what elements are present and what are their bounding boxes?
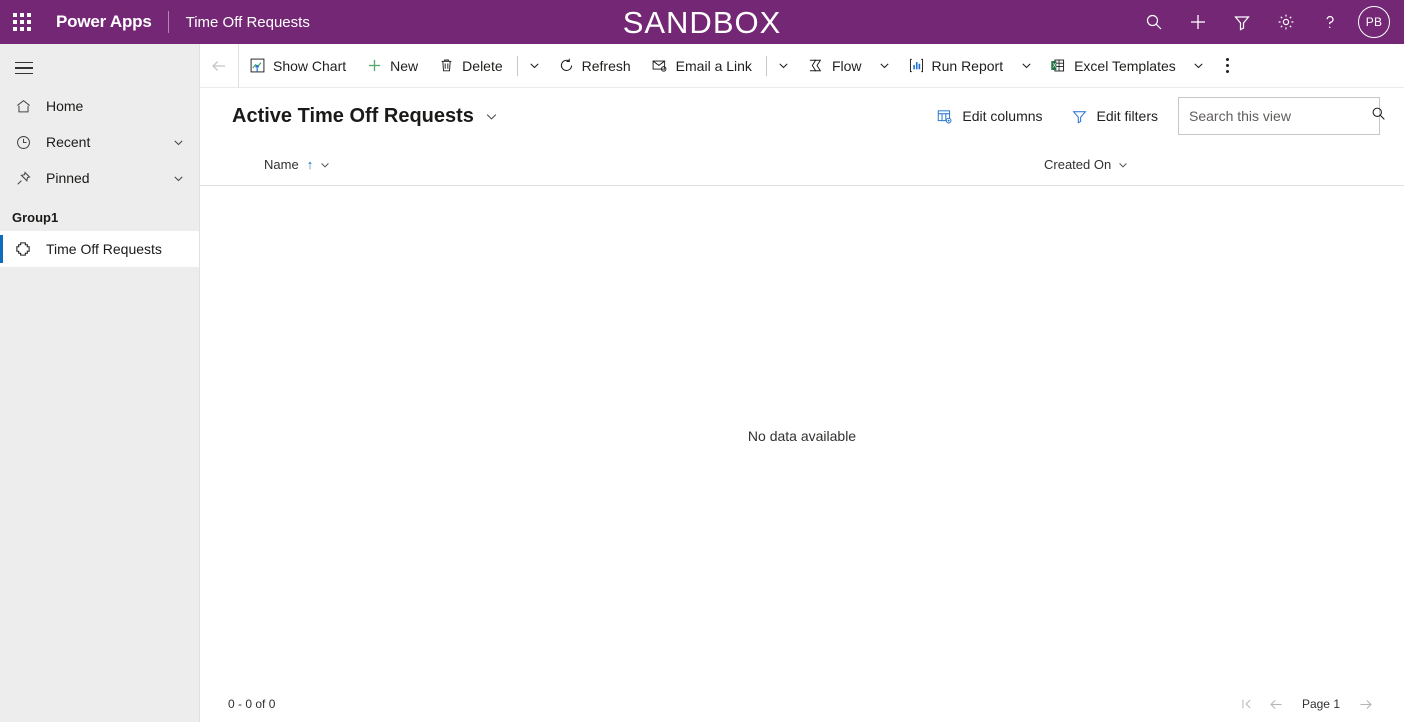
run-report-caret[interactable] [1013,44,1039,88]
select-all-checkbox-cell[interactable] [200,144,256,186]
email-link-icon [651,57,669,74]
page-title: Active Time Off Requests [232,104,474,127]
chevron-down-icon[interactable] [319,159,331,171]
divider [765,55,767,76]
environment-badge-label: SANDBOX [622,4,782,40]
sidebar-item-time-off-requests[interactable]: Time Off Requests [0,231,199,267]
edit-columns-icon [936,108,953,125]
refresh-label: Refresh [581,57,631,74]
clock-icon [12,134,34,151]
refresh-button[interactable]: Refresh [548,44,641,88]
page-label: Page 1 [1301,697,1340,711]
help-icon[interactable] [1308,0,1352,44]
first-page-button[interactable] [1232,689,1262,719]
pin-icon [12,170,34,187]
column-header-name[interactable]: Name ↑ [256,144,1036,186]
refresh-icon [558,57,575,74]
plus-icon [366,57,383,74]
run-report-button[interactable]: Run Report [898,44,1014,88]
filter-icon[interactable] [1220,0,1264,44]
sidebar-item-home[interactable]: Home [0,88,199,124]
next-page-button[interactable] [1350,689,1380,719]
email-a-link-button[interactable]: Email a Link [641,44,762,88]
show-chart-button[interactable]: Show Chart [239,44,356,88]
sidebar-item-pinned[interactable]: Pinned [0,160,199,196]
new-label: New [390,57,419,74]
delete-button[interactable]: Delete [428,44,512,88]
grid-footer: 0 - 0 of 0 Page 1 [200,686,1404,722]
back-button[interactable] [200,44,238,88]
delete-label: Delete [462,57,503,74]
brand-title[interactable]: Power Apps [44,12,168,32]
flow-icon [807,57,825,74]
trash-icon [438,57,455,74]
chevron-down-icon [484,109,499,124]
chevron-down-icon[interactable] [1117,159,1129,171]
column-header-label: Created On [1044,157,1112,172]
previous-page-button[interactable] [1262,689,1292,719]
record-count: 0 - 0 of 0 [228,697,276,711]
search-icon[interactable] [1370,105,1387,127]
grid-body: No data available [200,186,1404,686]
gear-icon[interactable] [1264,0,1308,44]
new-button[interactable]: New [356,44,428,88]
overflow-menu-icon[interactable] [1212,44,1244,88]
app-header: Power Apps Time Off Requests SANDBOX PB [0,0,1404,44]
hamburger-icon[interactable] [0,48,48,88]
column-header-label: Name [264,157,299,172]
column-header-created-on[interactable]: Created On [1036,144,1336,186]
waffle-icon[interactable] [0,0,44,44]
flow-caret[interactable] [872,44,898,88]
edit-columns-label: Edit columns [962,108,1043,124]
header-actions: PB [1132,0,1404,44]
excel-icon: X [1049,57,1067,74]
entity-icon [12,240,34,258]
run-report-label: Run Report [931,57,1004,74]
sidebar-item-label: Recent [46,134,91,150]
sidebar-group-title: Group1 [12,210,59,225]
sidebar-item-label: Time Off Requests [46,241,162,257]
edit-filters-button[interactable]: Edit filters [1063,100,1166,132]
avatar[interactable]: PB [1358,6,1390,38]
flow-label: Flow [831,57,862,74]
plus-icon[interactable] [1176,0,1220,44]
show-chart-label: Show Chart [273,57,347,74]
sidebar-item-label: Pinned [46,170,90,186]
email-a-link-caret[interactable] [771,44,797,88]
flow-button[interactable]: Flow [797,44,872,88]
chart-icon [249,57,266,74]
empty-state-message: No data available [747,428,857,444]
chevron-down-icon[interactable] [172,136,185,149]
grid-header: Name ↑ Created On [200,144,1404,186]
sidebar: Home Recent Pinned Group1 Time Off Reque… [0,44,200,722]
home-icon [12,98,34,115]
svg-text:X: X [1053,63,1057,69]
filter-icon [1071,108,1088,125]
delete-caret[interactable] [522,44,548,88]
report-icon [908,57,925,74]
edit-filters-label: Edit filters [1096,108,1158,124]
email-a-link-label: Email a Link [675,57,752,74]
search-view-box[interactable] [1178,97,1385,135]
sidebar-item-recent[interactable]: Recent [0,124,199,160]
command-bar: Show Chart New Delete Refresh Email a Li… [200,43,1404,88]
chevron-down-icon[interactable] [172,172,185,185]
app-name[interactable]: Time Off Requests [169,14,310,31]
view-header: Active Time Off Requests Edit columns Ed… [200,88,1404,144]
edit-columns-button[interactable]: Edit columns [928,100,1050,132]
excel-templates-caret[interactable] [1186,44,1212,88]
waffle-grid [13,13,31,31]
excel-templates-label: Excel Templates [1074,57,1176,74]
search-icon[interactable] [1132,0,1176,44]
divider [516,55,518,76]
sidebar-item-label: Home [46,98,84,114]
view-selector[interactable]: Active Time Off Requests [232,105,499,128]
search-input[interactable] [1189,108,1370,124]
excel-templates-button[interactable]: X Excel Templates [1039,44,1186,88]
sort-ascending-icon: ↑ [306,157,314,172]
